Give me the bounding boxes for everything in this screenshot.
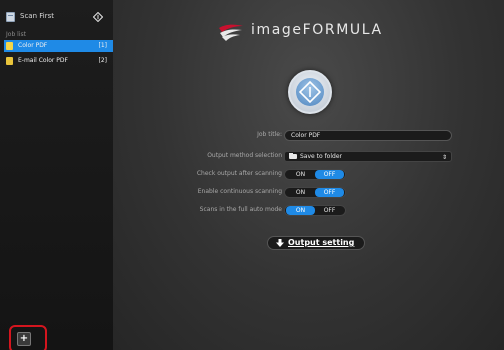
output-method-value: Save to folder xyxy=(300,153,342,160)
output-method-label: Output method selection xyxy=(207,152,282,159)
full-auto-toggle[interactable]: ON OFF xyxy=(284,205,346,216)
canon-swoosh-icon xyxy=(219,24,243,41)
job-item-color-pdf[interactable]: Color PDF [1] xyxy=(4,40,113,52)
job-title-row: Job title: Color PDF xyxy=(113,130,504,142)
job-icon xyxy=(6,57,13,65)
toggle-off-option[interactable]: OFF xyxy=(315,188,344,197)
toggle-on-option[interactable]: ON xyxy=(286,170,315,179)
main-panel: imageFORMULA Job title: Color PDF Output… xyxy=(113,0,504,350)
brand-name: imageFORMULA xyxy=(251,22,383,38)
output-setting-button[interactable]: Output setting xyxy=(267,236,365,250)
toggle-on-option[interactable]: ON xyxy=(286,188,315,197)
toggle-on-option[interactable]: ON xyxy=(286,206,315,215)
job-label: Color PDF xyxy=(18,42,48,49)
scan-button[interactable] xyxy=(288,70,332,114)
full-auto-row: Scans in the full auto mode ON OFF xyxy=(113,205,504,217)
output-method-select[interactable]: Save to folder ⇕ xyxy=(284,151,452,162)
output-method-row: Output method selection Save to folder ⇕ xyxy=(113,151,504,163)
add-job-button[interactable]: + xyxy=(17,332,31,346)
app-title: Scan First xyxy=(20,12,54,20)
job-list-label: Job list xyxy=(6,31,26,38)
job-title-input[interactable]: Color PDF xyxy=(284,130,452,141)
check-output-label: Check output after scanning xyxy=(196,170,282,177)
toggle-off-option[interactable]: OFF xyxy=(315,206,344,215)
continuous-scanning-toggle[interactable]: ON OFF xyxy=(284,187,346,198)
job-title-label: Job title: xyxy=(257,131,282,138)
sidebar: Scan First Job list Color PDF [1] E-mail… xyxy=(0,0,113,350)
scan-first-app-icon xyxy=(6,12,15,22)
output-setting-label: Output setting xyxy=(288,238,355,247)
job-number: [1] xyxy=(98,42,108,49)
check-output-toggle[interactable]: ON OFF xyxy=(284,169,346,180)
continuous-scanning-row: Enable continuous scanning ON OFF xyxy=(113,187,504,199)
folder-icon xyxy=(289,153,297,159)
job-label: E-mail Color PDF xyxy=(18,57,68,64)
scan-diamond-icon xyxy=(298,80,322,104)
job-item-email-color-pdf[interactable]: E-mail Color PDF [2] xyxy=(4,55,113,67)
download-arrow-icon xyxy=(276,239,284,247)
toggle-off-option[interactable]: OFF xyxy=(315,170,344,179)
scan-start-icon[interactable] xyxy=(93,12,103,22)
check-output-row: Check output after scanning ON OFF xyxy=(113,169,504,181)
full-auto-label: Scans in the full auto mode xyxy=(199,206,282,213)
add-job-highlight: + xyxy=(9,325,47,350)
job-number: [2] xyxy=(98,57,108,64)
select-arrows-icon: ⇕ xyxy=(441,154,447,161)
continuous-scanning-label: Enable continuous scanning xyxy=(197,188,282,195)
sidebar-header: Scan First xyxy=(0,10,113,26)
job-icon xyxy=(6,42,13,50)
